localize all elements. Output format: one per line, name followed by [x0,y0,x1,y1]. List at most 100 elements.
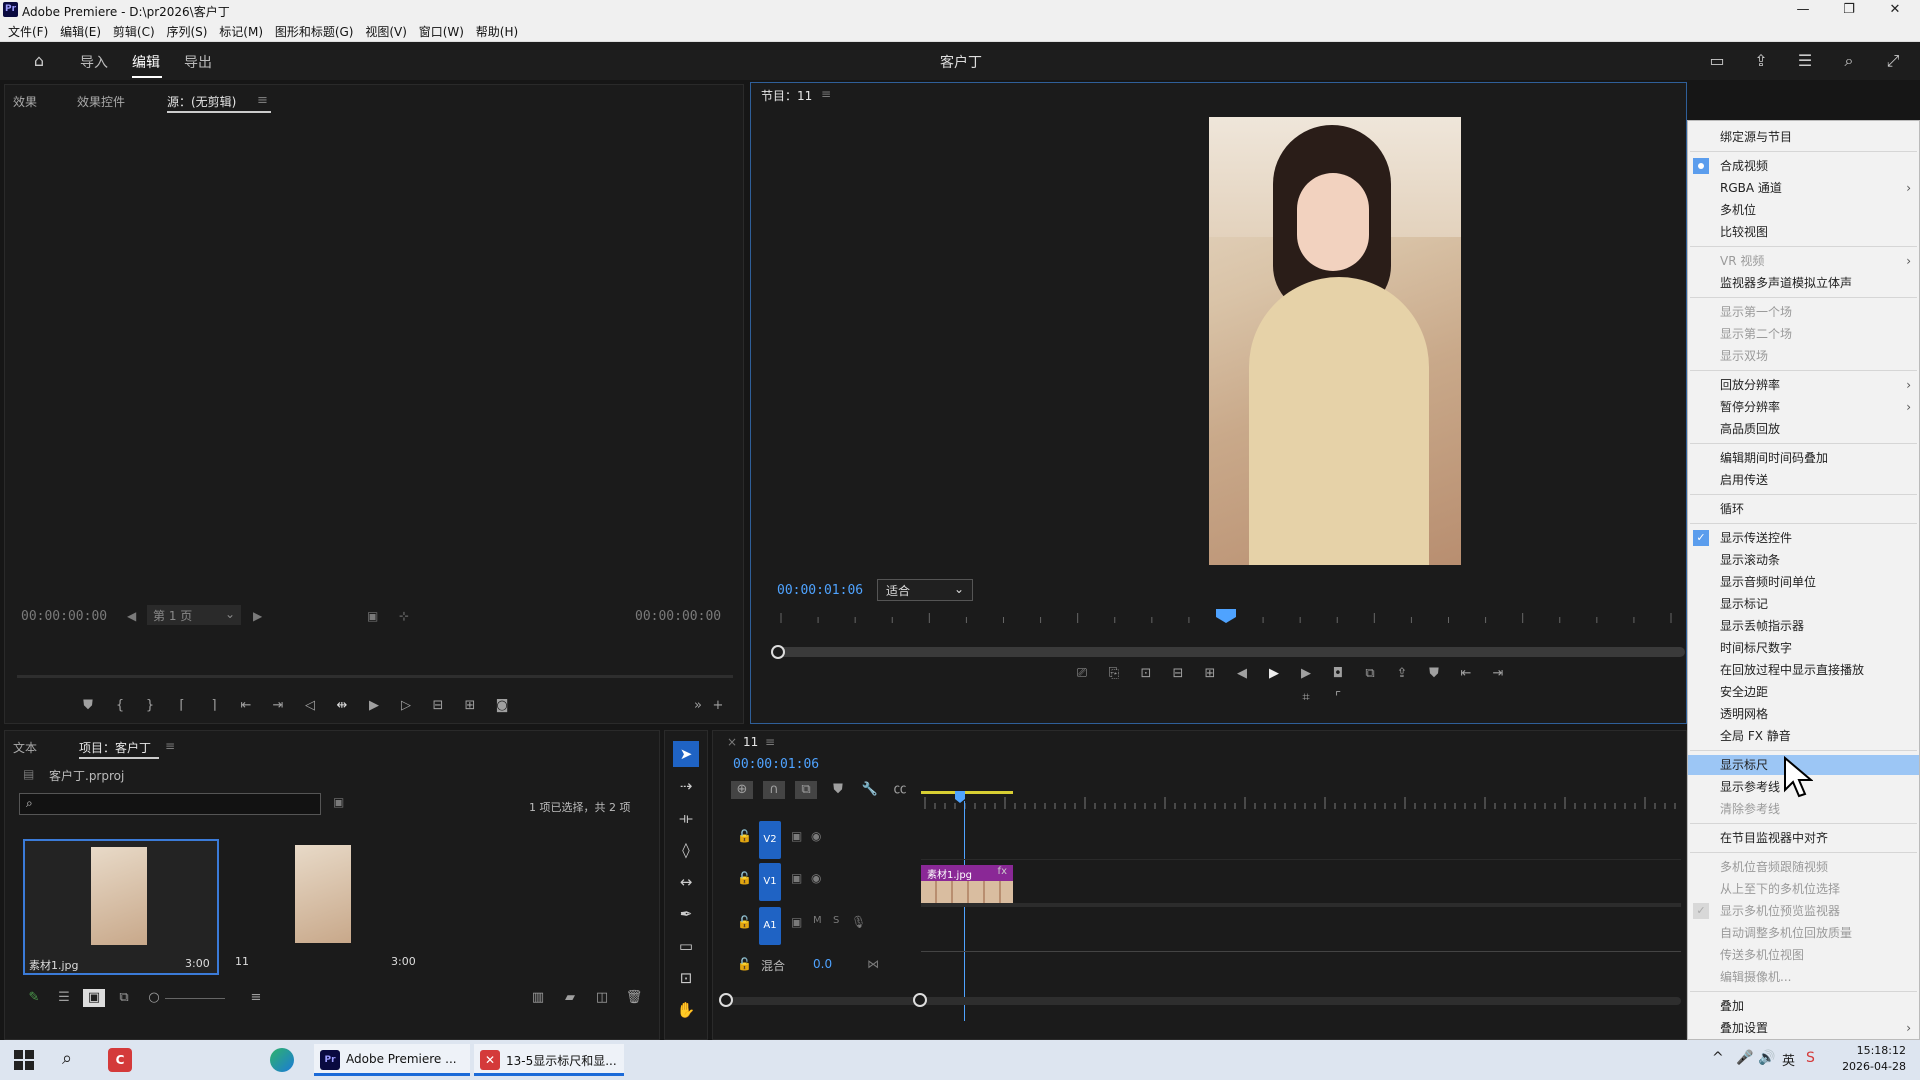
lock-icon[interactable]: 🔓 [737,915,752,929]
sync-lock-icon[interactable]: ▣ [791,829,802,843]
go-to-end-icon[interactable]: ⋈ [867,957,879,971]
menu-item[interactable]: RGBA 通道 › [1688,178,1919,198]
solo-button[interactable]: S [833,915,839,926]
menu-item[interactable]: 在回放过程中显示直接播放 [1688,660,1919,680]
antivirus-icon[interactable]: S [1806,1050,1815,1066]
scroll-handle-left[interactable] [719,993,733,1007]
insert-icon[interactable]: ⊟ [1167,665,1189,683]
menu-help[interactable]: 帮助(H) [476,20,518,40]
taskbar-document[interactable]: ✕ 13-5显示标尺和显... [474,1044,624,1076]
zoom-handle[interactable] [771,645,785,659]
menu-item[interactable]: 全局 FX 静音 [1688,726,1919,746]
pen-tool-icon[interactable]: ✒ [673,901,699,927]
zoom-slider-handle-icon[interactable]: ○ [143,989,165,1007]
share-icon[interactable]: ⇪ [1750,50,1772,72]
tab-text[interactable]: 文本 [13,739,37,756]
step-forward-icon[interactable]: ▶ [1295,665,1317,683]
menu-item[interactable]: 透明网格 [1688,704,1919,724]
menu-edit[interactable]: 编辑(E) [60,20,101,40]
step-back-icon[interactable]: ◁ [299,697,321,715]
wrench-icon[interactable]: 🔧 [859,781,881,799]
menu-graphics[interactable]: 图形和标题(G) [275,20,354,40]
eye-icon[interactable]: ◉ [811,829,821,843]
track-target-v2[interactable]: V2 [759,821,781,859]
sync-lock-icon[interactable]: ▣ [791,915,802,929]
track-select-tool-icon[interactable]: ⇢ [673,773,699,799]
nest-icon[interactable]: ⊕ [731,781,753,799]
close-button[interactable]: ✕ [1872,0,1918,20]
go-to-out-icon[interactable]: ⇥ [1487,665,1509,683]
automate-icon[interactable]: ▥ [527,989,549,1007]
export-icon[interactable]: ⇪ [1391,665,1413,683]
marker-icon[interactable]: ⛊ [77,697,99,715]
tab-project[interactable]: 项目：客户丁 [79,739,151,756]
tab-import[interactable]: 导入 [80,52,108,72]
volume-icon[interactable]: 🔊 [1758,1050,1775,1066]
timeline-clip[interactable]: 素材1.jpg fx [921,865,1013,903]
lift-icon[interactable]: ⎚ [1071,665,1093,683]
step-back-icon[interactable]: ◀ [1231,665,1253,683]
taskbar-premiere[interactable]: Pr Adobe Premiere ... [314,1044,470,1076]
menu-item[interactable]: 回放分辨率 › [1688,375,1919,395]
menu-view[interactable]: 视图(V) [365,20,407,40]
zoom-slider-track[interactable] [165,998,225,999]
sort-icon[interactable]: ≡ [245,989,267,1007]
new-item-icon[interactable]: ◫ [591,989,613,1007]
search-help-icon[interactable]: ⌕ [1838,50,1860,72]
program-menu-icon[interactable]: ≡ [821,87,831,101]
track-target-v1[interactable]: V1 [759,863,781,901]
marker-icon[interactable]: ⛊ [1423,665,1445,683]
menu-item[interactable]: 启用传送 [1688,470,1919,490]
menu-item[interactable]: 暂停分辨率 › [1688,397,1919,417]
menu-item[interactable]: 显示标记 [1688,594,1919,614]
mute-button[interactable]: M [813,915,822,926]
menu-item[interactable]: 在节目监视器中对齐 [1688,828,1919,848]
grid-icon[interactable]: ⌗ [1295,689,1317,707]
menu-item[interactable]: 显示丢帧指示器 [1688,616,1919,636]
eye-icon[interactable]: ◉ [811,871,821,885]
panel-layout-icon[interactable]: ▭ [1706,50,1728,72]
ruler-icon[interactable]: ⌜ [1327,689,1349,707]
go-to-in-icon[interactable]: ⇤ [1455,665,1477,683]
timeline-scrollbar[interactable] [723,997,1681,1005]
page-select[interactable]: 第 1 页 ⌄ [147,605,241,625]
new-search-bin-icon[interactable]: ▣ [333,795,344,809]
home-icon[interactable]: ⌂ [28,50,50,72]
menu-item[interactable]: 绑定源与节目 [1688,127,1919,147]
menu-file[interactable]: 文件(F) [8,20,48,40]
add-button-icon[interactable]: + [707,697,729,715]
project-search-input[interactable]: ⌕ [19,793,321,815]
comparison-view-icon[interactable]: ⊡ [1135,665,1157,683]
page-prev-icon[interactable]: ◀ [127,609,136,623]
windows-start-icon[interactable] [14,1050,34,1070]
menu-item[interactable]: 高品质回放 [1688,419,1919,439]
export-frame-icon[interactable]: ◙ [491,697,513,715]
fit-select[interactable]: 适合 ⌄ [877,579,973,601]
safe-zone-icon[interactable]: ▣ [367,609,378,623]
sync-lock-icon[interactable]: ▣ [791,871,802,885]
program-zoom-scrollbar[interactable] [775,647,1685,657]
work-area-bar[interactable] [921,791,1013,794]
menu-item[interactable]: 比较视图 [1688,222,1919,242]
razor-tool-icon[interactable]: ◊ [673,837,699,863]
overwrite-icon[interactable]: ⊞ [1199,665,1221,683]
insert-icon[interactable]: ⊟ [427,697,449,715]
app-icon-red[interactable]: C [108,1048,132,1072]
minimize-button[interactable]: — [1780,0,1826,20]
menu-item[interactable]: 多机位 [1688,200,1919,220]
program-time-ruler[interactable] [771,609,1681,639]
menu-item[interactable]: 叠加 [1688,996,1919,1016]
transform-tool-icon[interactable]: ⊡ [673,965,699,991]
clear-out-icon[interactable]: ⌉ [203,697,225,715]
lock-icon[interactable]: 🔓 [737,871,752,885]
panel-menu-icon[interactable]: ≡ [257,93,268,108]
captions-icon[interactable]: ㏄ [889,781,911,799]
trash-icon[interactable]: 🗑 [623,989,645,1007]
freeform-view-icon[interactable]: ⧉ [113,989,135,1007]
menu-sequence[interactable]: 序列(S) [166,20,207,40]
new-bin-icon[interactable]: ▰ [559,989,581,1007]
timeline-menu-icon[interactable]: ≡ [765,735,775,749]
extract-icon[interactable]: ⎘ [1103,665,1125,683]
ime-indicator[interactable]: 英 [1782,1050,1795,1069]
scroll-handle-right[interactable] [913,993,927,1007]
